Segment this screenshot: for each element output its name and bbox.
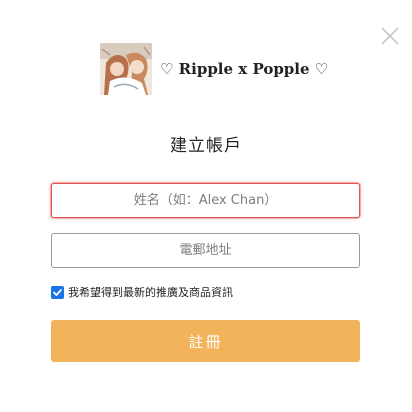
signup-submit-button[interactable]: 註冊 [51,320,360,362]
shop-brand: ♡ Ripple x Popple ♡ [100,43,328,95]
shop-name: ♡ Ripple x Popple ♡ [160,60,329,78]
checkmark-icon [53,288,62,296]
name-field[interactable] [51,183,360,218]
shop-logo [100,43,152,95]
form-title: 建立帳戶 [170,136,242,156]
email-field[interactable] [51,233,360,268]
close-icon [380,26,400,46]
consent-label: 我希望得到最新的推廣及商品資訊 [68,286,233,299]
signup-modal: ♡ Ripple x Popple ♡ 建立帳戶 我希望得到最新的推廣及商品資訊… [0,0,412,412]
close-button[interactable] [380,26,400,46]
consent-checkbox[interactable] [51,285,64,299]
consent-option[interactable]: 我希望得到最新的推廣及商品資訊 [51,284,233,300]
